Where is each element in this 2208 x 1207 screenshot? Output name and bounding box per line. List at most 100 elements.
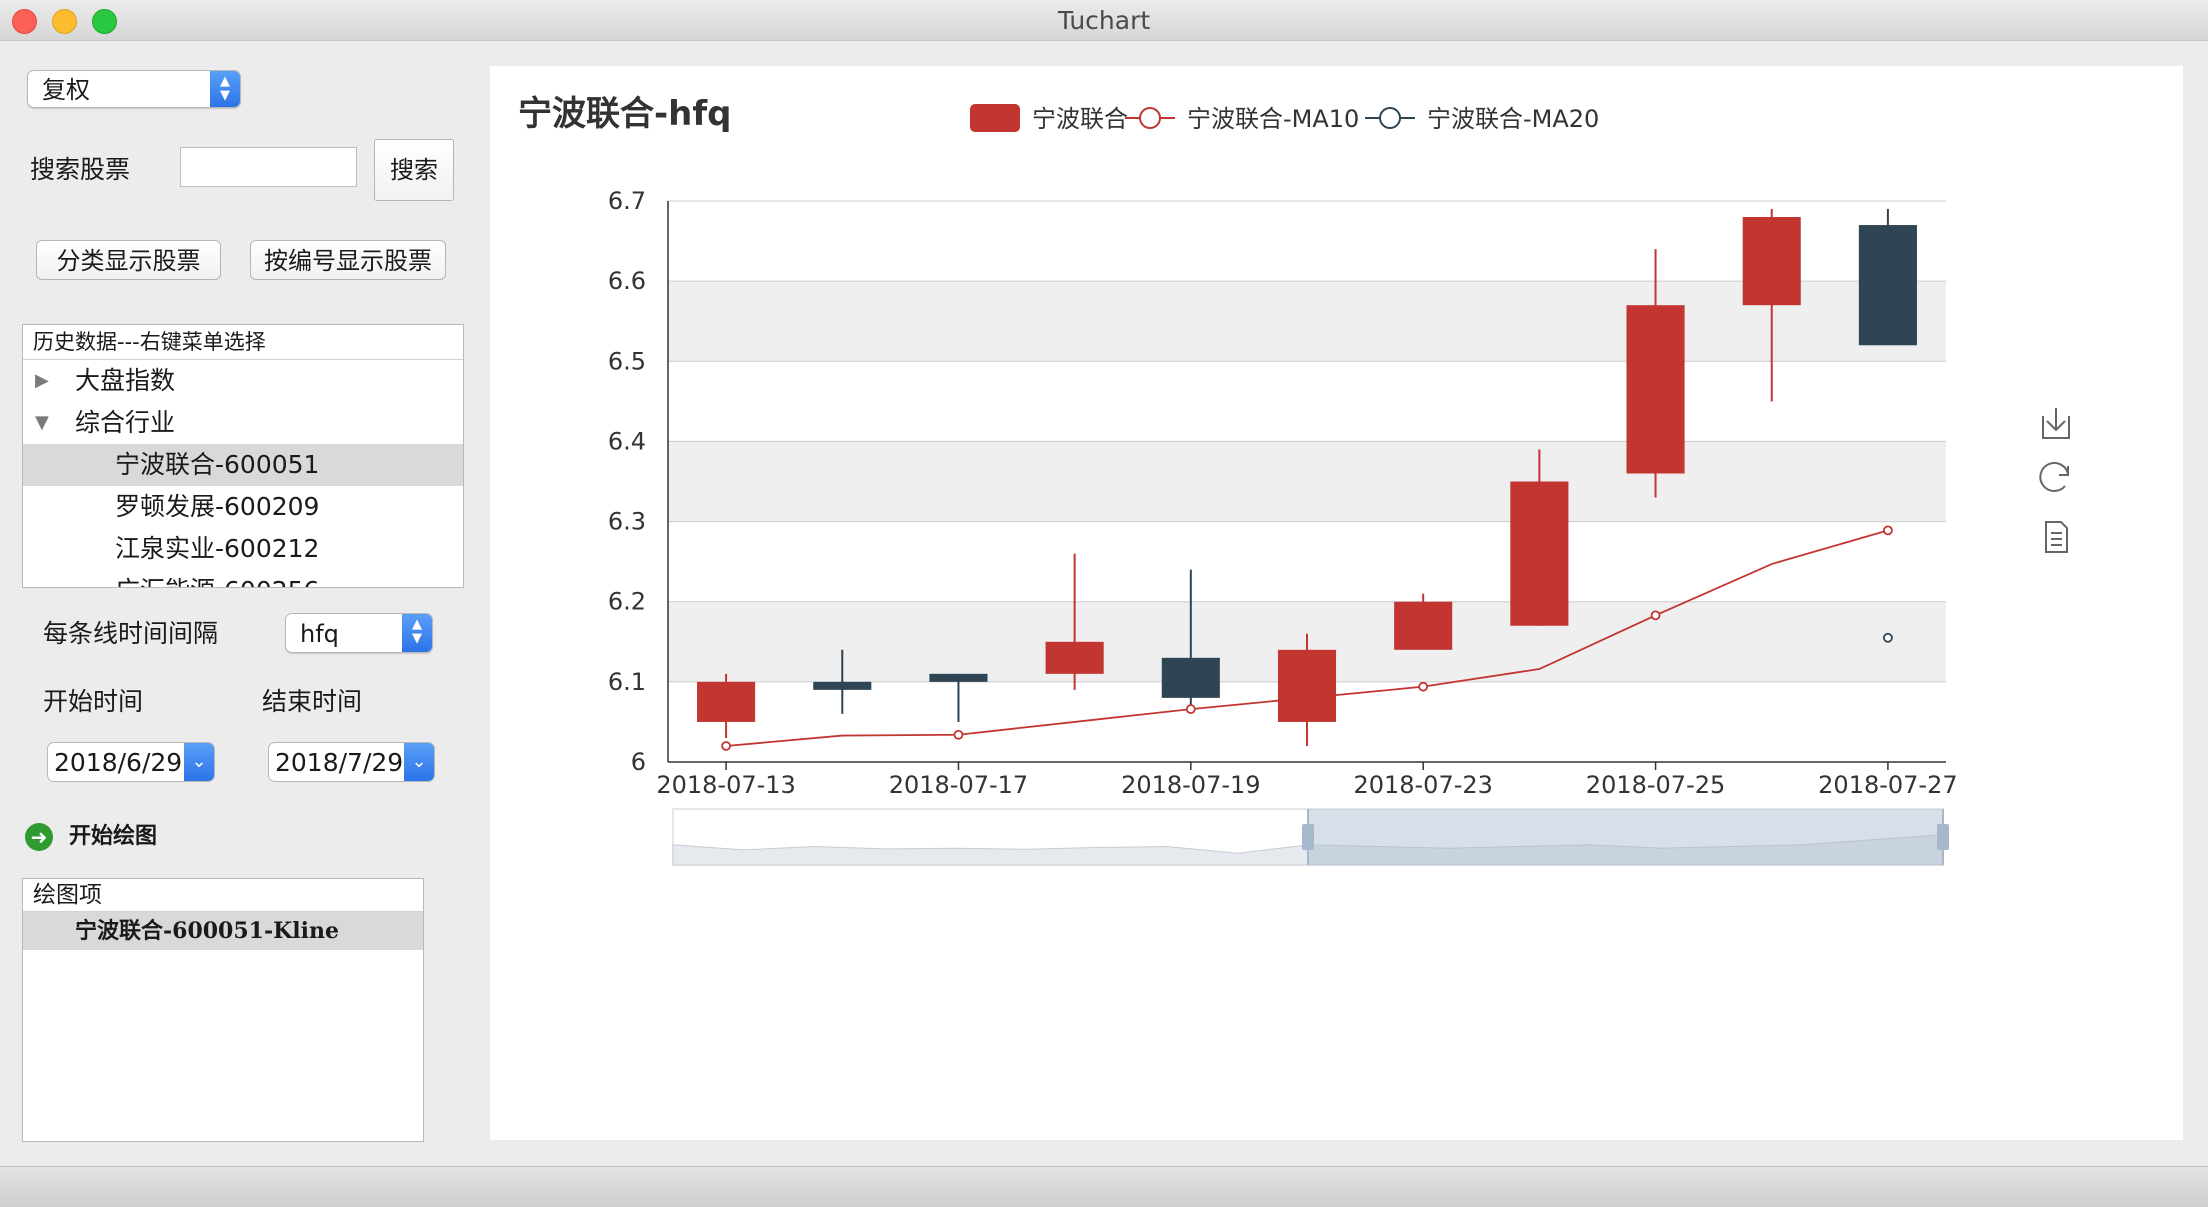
legend-label: 宁波联合-MA10 <box>1187 105 1359 133</box>
data-view-icon-glyph <box>2045 521 2068 553</box>
tree-item-label: 罗顿发展-600209 <box>115 492 320 521</box>
x-tick-label: 2018-07-27 <box>1818 771 1957 799</box>
y-tick-label: 6.7 <box>608 187 646 215</box>
legend-swatch <box>970 104 1020 132</box>
plot-items-list[interactable]: 绘图项 宁波联合-600051-Kline <box>22 878 424 1142</box>
kline-chart[interactable]: 6 6.1 6.2 6.3 6.4 6.5 6.6 6.7 2018-07-13 2018-07… <box>490 66 2183 1140</box>
ma-point[interactable] <box>1650 610 1661 621</box>
app-window: Tuchart 复权 ▲ ▼ 搜索股票 搜索 分类显示股票 按编号显示股票 历史数… <box>0 0 2208 1207</box>
tree-item-stock[interactable]: 广汇能源-600256 <box>23 570 463 587</box>
refresh-icon[interactable] <box>2039 461 2069 492</box>
start-draw-label: 开始绘图 <box>69 824 158 849</box>
ma-point[interactable] <box>1418 681 1429 692</box>
go-arrow-icon: ➜ <box>25 823 53 851</box>
x-tick-label: 2018-07-17 <box>889 771 1028 799</box>
legend-item[interactable]: 宁波联合-MA20 <box>1365 105 1599 133</box>
x-tick-label: 2018-07-25 <box>1586 771 1725 799</box>
candle[interactable] <box>697 673 756 738</box>
search-label: 搜索股票 <box>30 155 131 184</box>
chevron-down-icon[interactable]: ⌄ <box>184 743 214 781</box>
legend-item[interactable]: 宁波联合 <box>970 104 1128 133</box>
ma-point[interactable] <box>721 741 731 751</box>
interval-select-value: hfq <box>300 620 339 648</box>
ma-point[interactable] <box>1883 632 1893 643</box>
y-tick-label: 6.3 <box>608 508 646 536</box>
ma-point[interactable] <box>953 729 964 740</box>
candle[interactable] <box>1394 593 1453 650</box>
start-date-picker[interactable]: 2018/6/29 ⌄ <box>47 742 215 782</box>
window-title: Tuchart <box>1057 6 1151 35</box>
x-tick-label: 2018-07-19 <box>1121 771 1260 799</box>
tree-item-label: 综合行业 <box>75 408 176 437</box>
legend-marker <box>1379 107 1401 129</box>
data-view-icon[interactable] <box>2045 521 2068 553</box>
tree-item-stock[interactable]: 宁波联合-600051 <box>23 444 463 486</box>
tree-item-index[interactable]: ▶ 大盘指数 <box>23 360 463 402</box>
search-input[interactable] <box>180 147 357 187</box>
end-time-label: 结束时间 <box>262 687 363 716</box>
y-tick-label: 6.2 <box>608 588 646 616</box>
grid-band <box>668 441 1946 522</box>
tree-item-label: 广汇能源-600256 <box>115 570 319 587</box>
datazoom-window[interactable] <box>1308 809 1943 865</box>
tree-item-industry[interactable]: ▼ 综合行业 <box>23 402 463 444</box>
legend-marker <box>1139 107 1161 129</box>
datazoom-handle[interactable] <box>1937 824 1949 850</box>
candle[interactable] <box>1858 209 1917 346</box>
chevron-down-icon[interactable]: ⌄ <box>404 743 434 781</box>
y-tick-label: 6.4 <box>608 427 646 455</box>
search-button[interactable]: 搜索 <box>374 139 454 201</box>
title-bar: Tuchart <box>0 0 2208 41</box>
adjust-select-value: 复权 <box>42 76 90 104</box>
interval-label: 每条线时间间隔 <box>43 619 219 648</box>
code-button[interactable]: 按编号显示股票 <box>250 240 446 280</box>
plot-items-header: 绘图项 <box>23 879 423 912</box>
tree-item-label: 宁波联合-600051 <box>115 450 320 479</box>
collapse-arrow-icon[interactable]: ▼ <box>35 402 49 444</box>
end-date-picker[interactable]: 2018/7/29 ⌄ <box>268 742 435 782</box>
candle-body <box>1510 481 1569 626</box>
interval-select[interactable]: hfq ▲ ▼ <box>285 613 433 653</box>
candle-body <box>1277 649 1337 722</box>
y-tick-label: 6.1 <box>608 668 646 696</box>
history-tree[interactable]: 历史数据---右键菜单选择 ▶ 大盘指数 ▼ 综合行业 宁波联合-600051 … <box>22 324 464 588</box>
candle-body <box>813 681 872 690</box>
datazoom-handle[interactable] <box>1302 824 1314 850</box>
tree-item-label: 江泉实业-600212 <box>115 534 320 563</box>
legend-label: 宁波联合 <box>1032 105 1128 133</box>
legend-item[interactable]: 宁波联合-MA10 <box>1125 105 1359 133</box>
candle-body <box>1394 601 1453 650</box>
tree-item-label: 大盘指数 <box>75 366 176 395</box>
candle-body <box>1858 225 1917 346</box>
select-arrows-icon: ▲ ▼ <box>402 614 432 652</box>
category-button[interactable]: 分类显示股票 <box>36 240 221 280</box>
tree-item-stock[interactable]: 罗顿发展-600209 <box>23 486 463 528</box>
expand-arrow-icon[interactable]: ▶ <box>35 360 49 402</box>
candle-body <box>697 681 756 722</box>
tree-header: 历史数据---右键菜单选择 <box>23 325 463 360</box>
legend-label: 宁波联合-MA20 <box>1427 105 1599 133</box>
y-tick-label: 6.6 <box>608 267 646 295</box>
tree-item-stock[interactable]: 江泉实业-600212 <box>23 528 463 570</box>
candle-body <box>1626 305 1685 474</box>
x-tick-label: 2018-07-23 <box>1353 771 1492 799</box>
ma-point[interactable] <box>1185 704 1196 715</box>
plot-item[interactable]: 宁波联合-600051-Kline <box>23 912 423 950</box>
select-arrows-icon: ▲ ▼ <box>210 71 240 107</box>
download-icon-glyph <box>2042 408 2070 439</box>
refresh-icon-glyph <box>2039 461 2069 492</box>
candle-body <box>1045 641 1104 674</box>
candle-body <box>1742 217 1801 306</box>
candle[interactable] <box>929 673 988 722</box>
candle-body <box>1161 657 1220 698</box>
download-icon[interactable] <box>2042 408 2070 439</box>
y-tick-label: 6.5 <box>608 347 646 375</box>
ma-point[interactable] <box>1883 525 1893 536</box>
start-date-value: 2018/6/29 <box>54 748 183 777</box>
adjust-select[interactable]: 复权 ▲ ▼ <box>27 70 241 108</box>
start-time-label: 开始时间 <box>43 687 144 716</box>
candle[interactable] <box>1277 633 1337 746</box>
candle-body <box>929 673 988 682</box>
y-tick-label: 6 <box>631 748 646 776</box>
end-date-value: 2018/7/29 <box>275 748 404 777</box>
